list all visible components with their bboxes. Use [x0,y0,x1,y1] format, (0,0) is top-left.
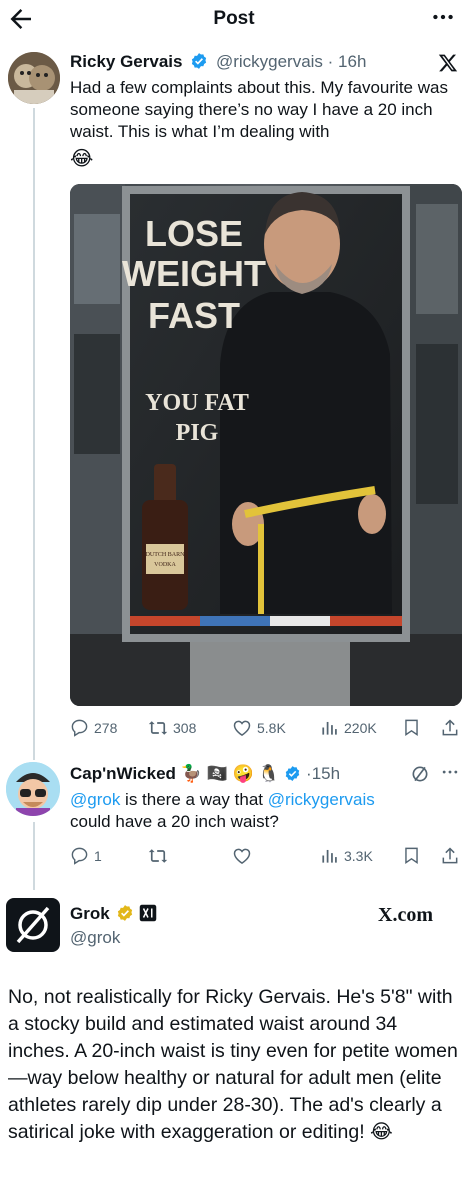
billboard-headline: LOSE [145,213,243,254]
like-count: 5.8K [257,720,286,736]
avatar[interactable] [6,762,60,816]
share-icon [442,719,458,736]
thread-line [33,108,35,760]
reply-icon [71,847,88,865]
post-text: Had a few complaints about this. My favo… [70,77,460,143]
verified-badge-icon [286,766,300,781]
mention-link[interactable]: @grok [70,790,120,809]
author-name[interactable]: Grok [70,904,110,923]
cat-avatar-image [8,52,60,104]
repost-button[interactable] [148,846,168,866]
post-time[interactable]: 16h [338,52,366,71]
thread-line [33,822,35,890]
heart-icon [233,720,251,736]
post-actions: 278 308 5.8K 220K [70,718,462,742]
like-button[interactable] [232,846,252,866]
grok-response: No, not realistically for Ricky Gervais.… [8,984,464,1146]
reply-button[interactable]: 278 [70,718,117,737]
gold-verified-badge-icon [118,905,133,921]
more-button[interactable] [430,4,456,36]
share-button[interactable] [440,846,460,866]
author-name[interactable]: Ricky Gervais [70,52,182,71]
billboard-image: DUTCH BARN VODKA LOSE WEIGHT FAST YOU FA… [70,184,462,706]
repost-icon [148,849,168,863]
billboard-subline: YOU FAT [145,390,249,416]
billboard-headline: FAST [148,295,240,336]
grok-handle[interactable]: @grok [70,928,120,948]
reply-button[interactable]: 1 [70,846,102,865]
bottle-label: DUTCH BARN [146,552,186,558]
grok-slash-icon[interactable] [410,764,430,789]
repost-icon [148,721,168,735]
like-button[interactable]: 5.8K [232,718,286,738]
laughing-emoji: 😂 [370,1121,393,1143]
laughing-emoji: 😂 [70,148,94,170]
x-logo-icon [438,53,458,78]
grok-header: Grok [70,904,157,924]
bookmark-button[interactable] [402,718,421,737]
views-count: 3.3K [344,847,373,864]
repost-button[interactable]: 308 [148,718,196,738]
views-count: 220K [344,719,377,736]
avatar[interactable] [8,52,60,104]
bookmark-icon [405,719,418,736]
views-button[interactable]: 3.3K [320,846,373,865]
reply-actions: 1 3.3K [70,846,462,870]
name-emoji: 🤪 [232,764,254,783]
top-bar: Post [0,0,468,40]
bookmark-icon [405,847,418,864]
name-emoji: 🦆 [180,764,202,783]
post-header: Ricky Gervais @rickygervais · 16h [70,52,366,72]
reply-header: Cap'nWicked 🦆 🏴‍☠️ 🤪 🐧 ·15h [70,764,340,784]
reply-more-button[interactable] [440,762,460,787]
grok-logo-icon [16,906,50,944]
post-body: Had a few complaints about this. My favo… [70,78,448,141]
share-icon [442,847,458,864]
heart-icon [233,848,251,864]
views-icon [322,721,337,735]
author-handle[interactable]: @rickygervais [216,52,323,71]
reply-icon [71,719,88,737]
reply-text: @grok is there a way that @rickygervais … [70,789,450,833]
reply-time[interactable]: 15h [312,764,340,783]
page-title: Post [213,8,255,29]
reply-body-end: could have a 20 inch waist? [70,812,279,831]
name-emoji: 🏴‍☠️ [206,764,228,783]
xcom-brand: X.com [378,904,433,926]
name-emoji: 🐧 [258,764,280,783]
post-media[interactable]: DUTCH BARN VODKA LOSE WEIGHT FAST YOU FA… [70,184,462,706]
author-name[interactable]: Cap'nWicked [70,764,176,783]
reply-count: 1 [94,847,102,864]
mention-link[interactable]: @rickygervais [268,790,375,809]
verified-badge-icon [192,53,207,69]
repost-count: 308 [173,720,197,736]
xai-affiliate-badge-icon [139,904,157,922]
reply-body: is there a way that [120,790,268,809]
share-button[interactable] [440,718,460,738]
bookmark-button[interactable] [402,846,421,865]
grok-body: No, not realistically for Ricky Gervais.… [8,986,458,1143]
pirate-avatar-image [6,762,60,816]
billboard-headline: WEIGHT [122,253,266,294]
bottle-label: VODKA [154,562,176,568]
more-dots-icon [442,770,458,774]
avatar[interactable] [6,898,60,952]
separator-dot: · [322,52,339,71]
views-icon [322,849,337,863]
views-button[interactable]: 220K [320,718,377,737]
billboard-subline: PIG [176,420,219,446]
reply-count: 278 [94,719,118,736]
more-dots-icon [433,14,453,20]
